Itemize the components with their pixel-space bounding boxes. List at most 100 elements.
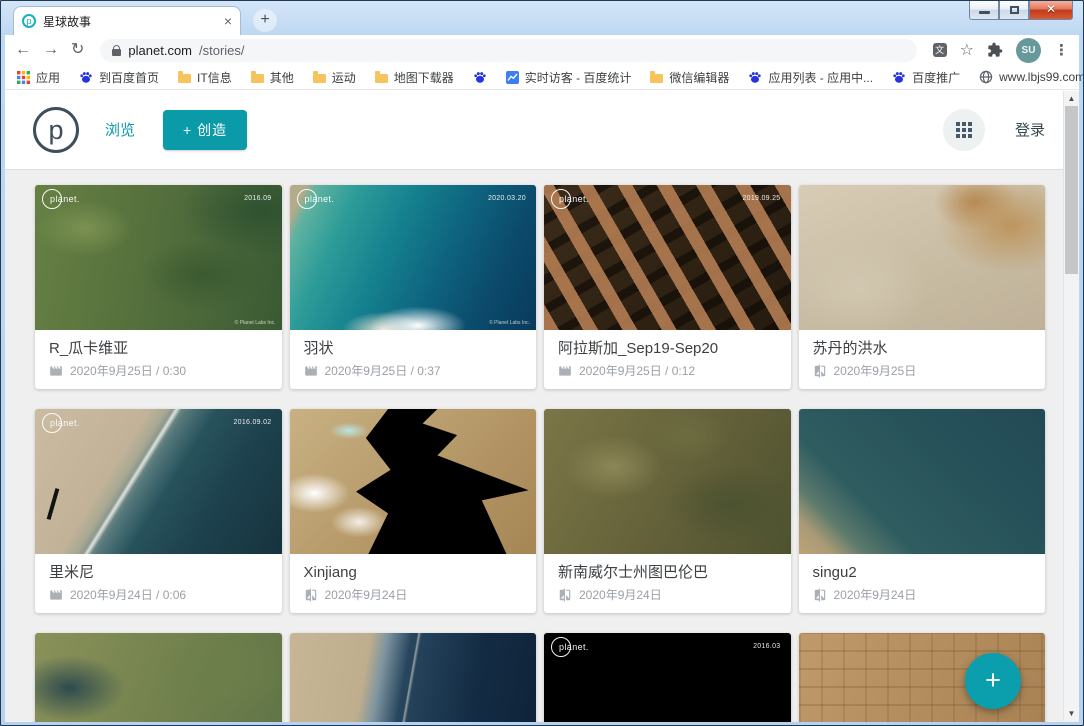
login-link[interactable]: 登录: [1015, 119, 1045, 140]
story-title: 里米尼: [49, 564, 268, 582]
url-host: planet.com: [128, 43, 192, 58]
stories-gallery: planet. 2016.09 © Planet Labs Inc. R_瓜卡维…: [5, 170, 1079, 722]
story-date-duration: 2020年9月25日 / 0:12: [579, 364, 695, 378]
movie-icon: [558, 364, 572, 378]
create-button[interactable]: + 创造: [163, 110, 247, 150]
story-card[interactable]: planet. 2019.09.25 阿拉斯加_Sep19-Sep20 2020…: [544, 185, 791, 389]
restore-button[interactable]: [999, 1, 1029, 20]
nav-browse-link[interactable]: 浏览: [105, 119, 135, 140]
bookmark-apps[interactable]: 应用: [17, 69, 60, 86]
apps-menu-button[interactable]: [943, 109, 985, 151]
tab-title: 星球故事: [43, 13, 217, 30]
story-title: 新南威尔士州图巴伦巴: [558, 564, 777, 582]
bookmark-label: 百度推广: [912, 69, 960, 86]
story-card[interactable]: [290, 633, 537, 722]
movie-icon: [49, 364, 63, 378]
planet-logo[interactable]: p: [33, 107, 79, 153]
folder-icon: [178, 74, 191, 83]
planet-watermark: planet.: [47, 418, 80, 428]
forward-button[interactable]: →: [43, 42, 59, 58]
bookmark-app-list[interactable]: 应用列表 - 应用中...: [748, 69, 873, 86]
story-title: singu2: [813, 564, 1032, 582]
back-button[interactable]: ←: [15, 42, 31, 58]
movie-icon: [304, 364, 318, 378]
create-story-fab[interactable]: +: [965, 653, 1021, 709]
profile-avatar[interactable]: SU: [1016, 38, 1041, 63]
planet-watermark: planet.: [302, 194, 335, 204]
story-card[interactable]: 新南威尔士州图巴伦巴 2020年9月24日: [544, 409, 791, 613]
bookmark-other[interactable]: 其他: [251, 69, 294, 86]
thumbnail-date: 2016.09: [244, 195, 271, 202]
card-footer: 羽状 2020年9月25日 / 0:37: [290, 330, 537, 389]
card-footer: singu2 2020年9月24日: [799, 554, 1046, 613]
browser-menu-icon[interactable]: ⋮: [1054, 41, 1069, 59]
story-card[interactable]: planet. 2020.03.20 © Planet Labs Inc. 羽状…: [290, 185, 537, 389]
story-card[interactable]: planet. 2016.09 © Planet Labs Inc. R_瓜卡维…: [35, 185, 282, 389]
story-title: 阿拉斯加_Sep19-Sep20: [558, 340, 777, 358]
extensions-icon[interactable]: [987, 42, 1003, 58]
story-card[interactable]: 苏丹的洪水 2020年9月25日: [799, 185, 1046, 389]
bookmark-wechat-editor[interactable]: 微信编辑器: [650, 69, 729, 86]
story-card[interactable]: planet. 2016.09.02 里米尼 2020年9月24日 / 0:06: [35, 409, 282, 613]
bookmark-it-info[interactable]: IT信息: [178, 69, 232, 86]
thumbnail-date: 2019.09.25: [742, 195, 780, 202]
card-footer: 阿拉斯加_Sep19-Sep20 2020年9月25日 / 0:12: [544, 330, 791, 389]
compare-icon: [813, 588, 827, 602]
card-footer: R_瓜卡维亚 2020年9月25日 / 0:30: [35, 330, 282, 389]
bookmark-sports[interactable]: 运动: [313, 69, 356, 86]
card-footer: Xinjiang 2020年9月24日: [290, 554, 537, 613]
story-card[interactable]: Xinjiang 2020年9月24日: [290, 409, 537, 613]
story-meta: 2020年9月25日 / 0:12: [558, 364, 777, 378]
story-meta: 2020年9月24日: [558, 588, 777, 602]
address-bar[interactable]: planet.com/stories/: [100, 39, 916, 62]
bookmark-baidu-tongji[interactable]: 实时访客 - 百度统计: [506, 69, 632, 86]
browser-toolbar: ← → ↻ planet.com/stories/ 文 ☆ SU ⋮: [5, 35, 1079, 65]
story-title: 羽状: [304, 340, 523, 358]
reload-button[interactable]: ↻: [71, 42, 84, 58]
analytics-chart-icon: [506, 71, 519, 84]
planet-favicon-icon: p: [22, 14, 36, 28]
story-meta: 2020年9月25日 / 0:37: [304, 364, 523, 378]
grid-apps-icon: [955, 121, 973, 139]
story-thumbnail: [799, 185, 1046, 330]
folder-icon: [650, 74, 663, 83]
story-meta: 2020年9月24日: [813, 588, 1032, 602]
window-controls: ✕: [969, 1, 1073, 20]
scroll-up-icon[interactable]: ▲: [1064, 91, 1079, 106]
bookmark-baidu-promo[interactable]: 百度推广: [892, 69, 960, 86]
tab-planet-stories[interactable]: p 星球故事 ×: [13, 6, 241, 35]
bookmark-label: 到百度首页: [99, 69, 159, 86]
story-thumbnail: [799, 409, 1046, 554]
new-tab-button[interactable]: +: [253, 9, 277, 32]
bookmark-label: 其他: [270, 69, 294, 86]
page-content: p 浏览 + 创造 登录 planet. 2016.09 © Planet La…: [5, 90, 1079, 722]
bookmark-label: 应用: [36, 69, 60, 86]
bookmark-label: 运动: [332, 69, 356, 86]
scrollbar-thumb[interactable]: [1065, 106, 1078, 274]
tab-close-icon[interactable]: ×: [224, 14, 232, 28]
translate-icon[interactable]: 文: [933, 43, 947, 57]
page-scrollbar[interactable]: ▲ ▼: [1063, 91, 1079, 721]
image-credit: © Planet Labs Inc.: [489, 320, 530, 326]
story-date-duration: 2020年9月25日 / 0:37: [325, 364, 441, 378]
close-button[interactable]: ✕: [1029, 1, 1073, 20]
cards-grid: planet. 2016.09 © Planet Labs Inc. R_瓜卡维…: [35, 185, 1045, 722]
compare-icon: [304, 588, 318, 602]
bookmark-lbjs99[interactable]: www.lbjs99.com: [979, 70, 1084, 84]
scroll-down-icon[interactable]: ▼: [1064, 706, 1079, 721]
baidu-paw-icon: [748, 70, 762, 84]
bookmark-baidu-home[interactable]: 到百度首页: [79, 69, 159, 86]
story-card[interactable]: [35, 633, 282, 722]
compare-icon: [558, 588, 572, 602]
story-card[interactable]: singu2 2020年9月24日: [799, 409, 1046, 613]
story-card[interactable]: planet. 2016.03: [544, 633, 791, 722]
header-right: 登录: [943, 109, 1045, 151]
bookmarks-bar: 应用 到百度首页 IT信息 其他 运动 地图下载器 实时访客 - 百度统计 微信…: [5, 65, 1079, 90]
bookmark-baidu[interactable]: [473, 70, 487, 84]
bookmark-star-icon[interactable]: ☆: [960, 40, 974, 60]
bookmark-map-downloader[interactable]: 地图下载器: [375, 69, 454, 86]
minimize-button[interactable]: [969, 1, 999, 20]
story-meta: 2020年9月25日: [813, 364, 1032, 378]
globe-icon: [979, 70, 993, 84]
planet-watermark: planet.: [556, 642, 589, 652]
